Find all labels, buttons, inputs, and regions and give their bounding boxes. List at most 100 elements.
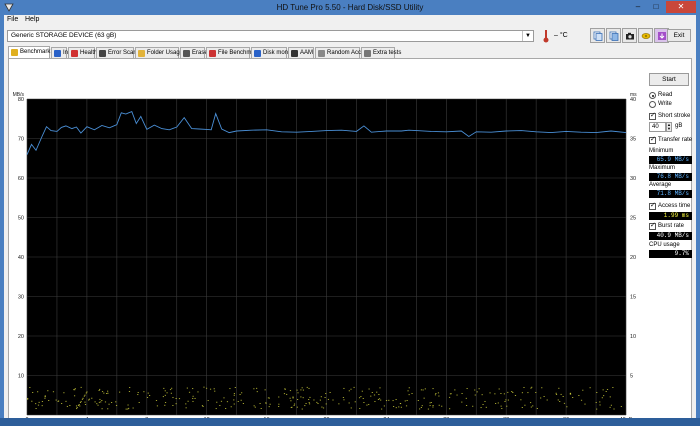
tab-file-benchmark[interactable]: File Benchmark — [206, 47, 260, 58]
access-time-point — [589, 387, 591, 389]
access-time-point — [601, 397, 603, 399]
access-time-point — [31, 400, 33, 402]
access-time-point — [596, 408, 598, 410]
tab-label: Health — [80, 50, 98, 56]
access-time-point — [609, 406, 611, 408]
access-time-point — [259, 403, 261, 405]
access-time-point — [399, 403, 402, 404]
short-stroke-input[interactable]: 40 — [649, 122, 666, 132]
access-time-point — [213, 388, 215, 390]
access-time-point — [500, 393, 502, 394]
speaker-icon — [291, 50, 298, 57]
menu-file[interactable]: File — [7, 16, 18, 23]
access-time-point — [164, 404, 166, 406]
write-radio[interactable] — [649, 101, 656, 108]
access-time-point — [297, 392, 299, 394]
access-time-point — [495, 403, 497, 404]
access-time-point — [149, 395, 151, 396]
tab-disk-monitor[interactable]: Disk monitor — [251, 47, 296, 58]
access-time-point — [361, 390, 363, 392]
access-time-point — [449, 393, 452, 395]
y-tick-label-left: 30 — [18, 295, 24, 301]
menu-help[interactable]: Help — [25, 16, 39, 23]
access-time-point — [514, 395, 517, 396]
copy-text-button[interactable] — [590, 28, 605, 43]
access-time-point — [61, 403, 63, 404]
access-time-point — [313, 399, 315, 401]
access-time-point — [138, 402, 140, 403]
tab-erase[interactable]: Erase — [180, 47, 208, 58]
screenshot-button[interactable] — [622, 28, 637, 43]
access-time-point — [523, 387, 525, 388]
access-time-point — [354, 401, 356, 403]
device-select[interactable]: Generic STORAGE DEVICE (63 gB) ▼ — [7, 30, 534, 42]
access-time-point — [69, 405, 71, 406]
access-time-point — [368, 388, 370, 390]
burst-rate-value: 40.9 MB/s — [649, 232, 692, 240]
access-time-point — [435, 393, 437, 394]
camera-icon — [626, 32, 634, 40]
access-time-point — [511, 391, 513, 392]
tab-label: Error Scan — [108, 50, 137, 56]
access-time-checkbox[interactable] — [649, 201, 656, 210]
minimize-button[interactable]: – — [629, 1, 647, 13]
access-time-point — [320, 396, 322, 398]
tab-aam[interactable]: AAM — [288, 47, 314, 58]
access-time-point — [530, 406, 532, 408]
access-time-point — [530, 387, 532, 389]
access-time-point — [461, 401, 463, 403]
tab-random-access[interactable]: Random Access — [315, 47, 370, 58]
access-time-point — [559, 401, 561, 402]
tab-folder-usage[interactable]: Folder Usage — [135, 47, 183, 58]
access-time-point — [512, 392, 514, 394]
tab-error-scan[interactable]: Error Scan — [96, 47, 137, 58]
options-button[interactable] — [638, 28, 653, 43]
access-time-point — [241, 392, 243, 394]
transfer-rate-checkbox[interactable] — [649, 135, 656, 144]
access-time-point — [348, 402, 350, 404]
access-time-point — [289, 397, 291, 399]
tab-health[interactable]: Health — [68, 47, 98, 58]
access-time-point — [343, 399, 345, 401]
access-time-point — [99, 388, 101, 390]
access-time-point — [405, 405, 408, 407]
access-time-point — [603, 395, 605, 397]
access-time-point — [269, 403, 271, 405]
access-time-point — [88, 398, 91, 400]
start-button[interactable]: Start — [649, 73, 689, 86]
chevron-down-icon[interactable]: ▼ — [522, 31, 533, 41]
access-time-point — [582, 389, 584, 391]
access-time-point — [476, 391, 478, 393]
short-stroke-spinner[interactable]: ▲ ▼ — [666, 122, 672, 132]
tab-info[interactable]: Info — [51, 47, 73, 58]
access-time-point — [308, 403, 311, 405]
read-radio[interactable] — [649, 92, 656, 99]
access-time-point — [595, 402, 597, 403]
y-tick-label-left: 40 — [18, 255, 24, 261]
access-time-point — [380, 399, 382, 401]
transfer-rate-label: Transfer rate — [658, 137, 693, 143]
short-stroke-checkbox[interactable] — [649, 111, 656, 120]
exit-button[interactable]: Exit — [667, 29, 691, 42]
access-time-point — [505, 399, 507, 401]
write-label: Write — [658, 101, 672, 107]
access-time-point — [44, 397, 46, 399]
access-time-point — [55, 399, 57, 401]
close-button[interactable]: ✕ — [666, 1, 696, 13]
access-time-point — [378, 394, 380, 395]
copy-screenshot-button[interactable] — [606, 28, 621, 43]
maximize-button[interactable]: □ — [647, 1, 665, 13]
access-time-point — [366, 404, 368, 406]
access-time-point — [437, 392, 440, 394]
burst-rate-checkbox[interactable] — [649, 221, 656, 230]
access-time-point — [188, 391, 191, 393]
title-bar[interactable]: HD Tune Pro 5.50 - Hard Disk/SSD Utility… — [0, 0, 700, 15]
access-time-point — [91, 397, 93, 399]
access-time-point — [422, 389, 424, 391]
access-time-point — [602, 389, 604, 391]
access-time-point — [408, 387, 410, 389]
tab-extra-tests[interactable]: Extra tests — [361, 47, 401, 58]
tab-benchmark[interactable]: Benchmark — [8, 46, 50, 58]
access-time-point — [219, 405, 221, 407]
access-time-point — [101, 400, 103, 401]
